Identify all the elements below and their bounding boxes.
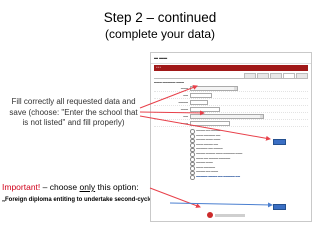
screenshot-tab xyxy=(270,73,282,78)
important-text-post: this option: xyxy=(95,182,139,192)
screenshot-form-row: ▬▬▬ xyxy=(154,85,308,93)
important-text-pre: – choose xyxy=(40,182,80,192)
important-note: Important! – choose only this option: xyxy=(2,182,139,193)
screenshot-tab xyxy=(257,73,269,78)
screenshot-tab xyxy=(244,73,256,78)
radio-icon xyxy=(190,156,195,162)
screenshot-form-row: ▬▬▬ xyxy=(154,106,308,114)
site-logo: ▬ ▬▬ xyxy=(154,55,168,61)
embedded-form-screenshot: ▬ ▬▬ ▪ ▪▪ ▪ ▬▬▬ ▬▬▬▬▬ ▬▬▬ ▬▬▬ ▬▬ ▬▬▬▬ ▬▬… xyxy=(150,52,312,222)
emblem-icon xyxy=(207,212,213,218)
important-label: Important! xyxy=(2,182,41,192)
instruction-note: Fill correctly all requested data and sa… xyxy=(9,97,138,127)
screenshot-section-heading: ▬▬▬ ▬▬▬▬▬ ▬▬▬ xyxy=(154,81,184,84)
screenshot-tabs xyxy=(154,73,308,79)
slide-title: Step 2 – continued xyxy=(103,10,217,25)
screenshot-save-button xyxy=(273,204,286,210)
screenshot-menu-bar: ▪ ▪▪ ▪ xyxy=(154,65,308,71)
screenshot-header: ▬ ▬▬ xyxy=(151,53,311,64)
screenshot-tab xyxy=(296,73,308,78)
slide-subtitle: (complete your data) xyxy=(104,27,216,41)
screenshot-form-row: ▬▬ xyxy=(154,92,308,100)
radio-icon xyxy=(190,134,195,139)
screenshot-form-row: ▬▬ xyxy=(154,113,308,121)
screenshot-form: ▬▬▬ ▬▬ ▬▬▬▬ ▬▬▬ ▬▬ ▬▬▬ ▬▬▬▬ ▬▬ ▬▬▬▬ ▬▬▬ … xyxy=(154,85,308,180)
important-only: only xyxy=(79,182,96,192)
screenshot-tab-active xyxy=(283,73,295,78)
screenshot-form-row: ▬▬▬▬ xyxy=(154,99,308,107)
screenshot-footer xyxy=(215,214,245,217)
screenshot-save-button xyxy=(273,139,286,145)
radio-icon xyxy=(190,175,195,180)
screenshot-form-row: ▬▬▬ xyxy=(154,120,308,128)
